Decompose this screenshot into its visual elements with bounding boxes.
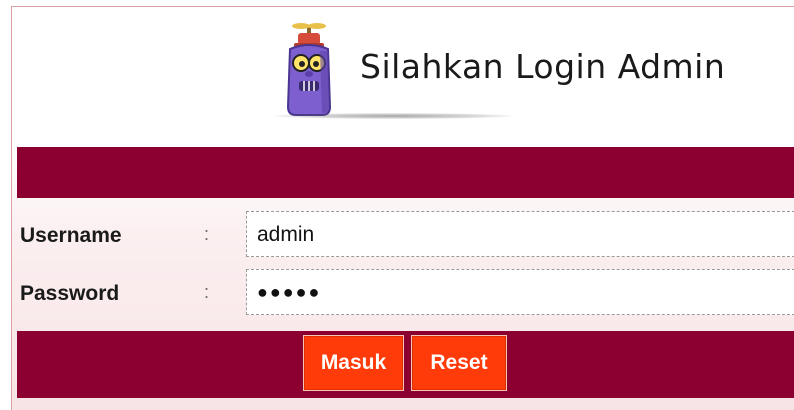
robot-mascot-icon [286, 23, 332, 116]
username-colon: : [204, 224, 210, 244]
title-shadow-divider [274, 113, 512, 119]
login-panel: Silahkan Login Admin Username : Password… [11, 6, 794, 410]
login-submit-button[interactable]: Masuk [303, 335, 404, 391]
password-colon: : [204, 282, 210, 302]
form-header-bar [17, 147, 794, 198]
username-input[interactable] [246, 211, 794, 257]
page-title: Silahkan Login Admin [360, 47, 726, 86]
username-row: Username : [17, 207, 794, 263]
password-label: Password [20, 282, 120, 305]
username-label: Username [20, 224, 122, 247]
password-row: Password : [17, 265, 794, 321]
password-input[interactable] [246, 269, 794, 315]
login-header: Silahkan Login Admin [12, 7, 794, 147]
form-actions-bar: Masuk Reset [17, 331, 794, 398]
reset-button[interactable]: Reset [411, 335, 507, 391]
